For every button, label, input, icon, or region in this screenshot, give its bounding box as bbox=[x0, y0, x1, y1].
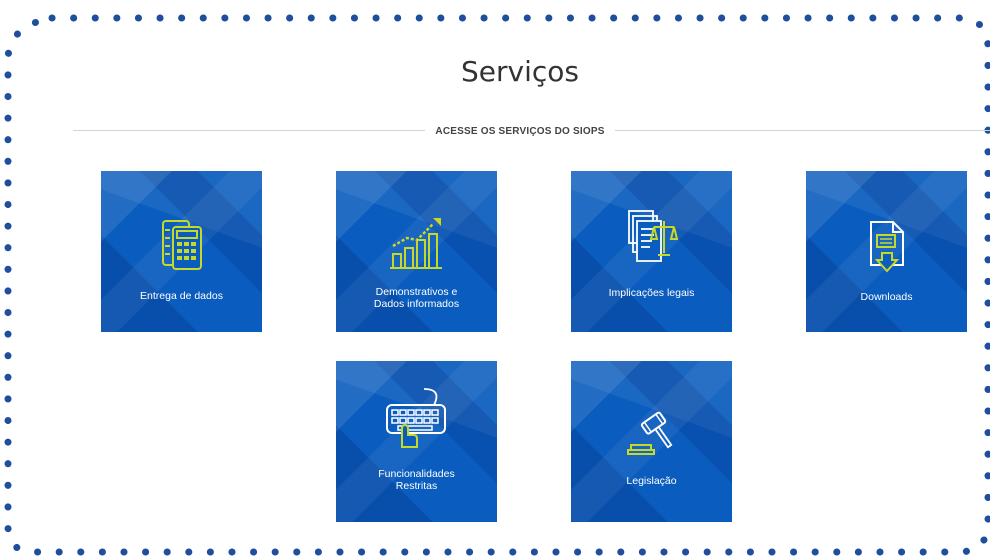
tile-demonstrativos[interactable]: Demonstrativos e Dados informados bbox=[336, 171, 497, 332]
tile-label: Entrega de dados bbox=[140, 290, 223, 302]
section-heading-text: ACESSE OS SERVIÇOS DO SIOPS bbox=[425, 123, 615, 141]
section-heading: ACESSE OS SERVIÇOS DO SIOPS bbox=[0, 121, 990, 141]
download-document-icon bbox=[869, 221, 904, 273]
tile-label: Funcionalidades bbox=[378, 468, 455, 480]
tile-label: Legislação bbox=[626, 475, 677, 487]
gavel-icon bbox=[626, 411, 672, 455]
tile-funcionalidades-restritas[interactable]: Funcionalidades Restritas bbox=[336, 361, 497, 522]
page-title: Serviços bbox=[461, 55, 579, 88]
calculator-icon bbox=[161, 220, 202, 270]
tile-label: Dados informados bbox=[373, 298, 460, 310]
tile-label: Implicações legais bbox=[608, 287, 695, 299]
tile-downloads[interactable]: Downloads bbox=[806, 171, 967, 332]
tile-label: Downloads bbox=[860, 291, 913, 303]
keyboard-icon bbox=[385, 388, 446, 448]
legal-scale-documents-icon bbox=[627, 210, 678, 262]
tile-label: Demonstrativos e bbox=[375, 286, 458, 298]
tile-label: Restritas bbox=[395, 480, 438, 492]
tile-legislacao[interactable]: Legislação bbox=[571, 361, 732, 522]
tile-entrega-de-dados[interactable]: Entrega de dados bbox=[101, 171, 262, 332]
bar-chart-icon bbox=[389, 218, 442, 269]
tile-implicacoes-legais[interactable]: Implicações legais bbox=[571, 171, 732, 332]
